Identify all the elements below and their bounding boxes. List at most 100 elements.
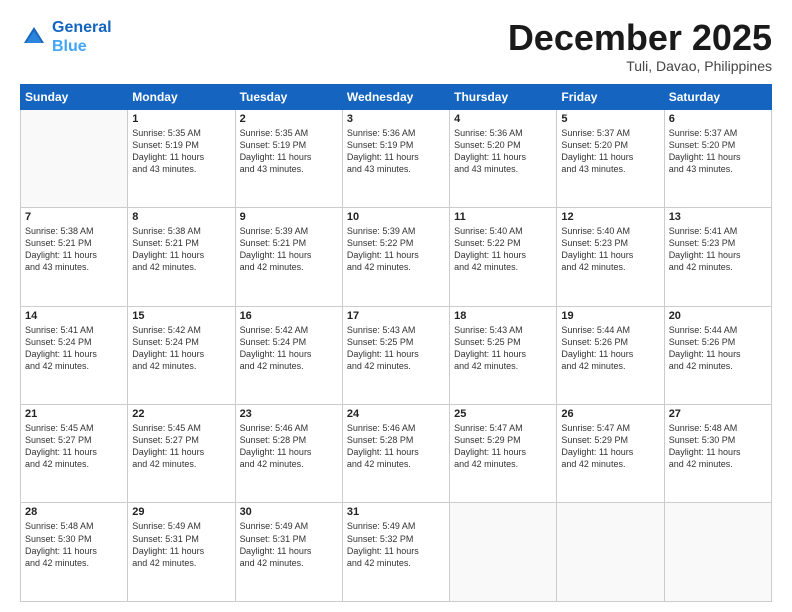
calendar-table: SundayMondayTuesdayWednesdayThursdayFrid… bbox=[20, 84, 772, 602]
day-info: Sunrise: 5:47 AM Sunset: 5:29 PM Dayligh… bbox=[561, 422, 659, 471]
weekday-header: Tuesday bbox=[235, 84, 342, 109]
month-title: December 2025 bbox=[508, 18, 772, 58]
day-number: 17 bbox=[347, 310, 445, 322]
day-info: Sunrise: 5:43 AM Sunset: 5:25 PM Dayligh… bbox=[454, 324, 552, 373]
day-number: 28 bbox=[25, 506, 123, 518]
day-info: Sunrise: 5:41 AM Sunset: 5:24 PM Dayligh… bbox=[25, 324, 123, 373]
calendar-cell: 25 Sunrise: 5:47 AM Sunset: 5:29 PM Dayli… bbox=[450, 405, 557, 503]
day-number: 24 bbox=[347, 408, 445, 420]
day-info: Sunrise: 5:45 AM Sunset: 5:27 PM Dayligh… bbox=[132, 422, 230, 471]
calendar-cell: 23 Sunrise: 5:46 AM Sunset: 5:28 PM Dayli… bbox=[235, 405, 342, 503]
day-number: 25 bbox=[454, 408, 552, 420]
weekday-header: Monday bbox=[128, 84, 235, 109]
calendar-cell: 22Sunrise: 5:45 AM Sunset: 5:27 PM Dayli… bbox=[128, 405, 235, 503]
weekday-header: Thursday bbox=[450, 84, 557, 109]
location: Tuli, Davao, Philippines bbox=[508, 58, 772, 74]
day-info: Sunrise: 5:36 AM Sunset: 5:19 PM Dayligh… bbox=[347, 127, 445, 176]
logo: GeneralBlue bbox=[20, 18, 112, 56]
day-info: Sunrise: 5:38 AM Sunset: 5:21 PM Dayligh… bbox=[132, 225, 230, 274]
calendar-cell: 29 Sunrise: 5:49 AM Sunset: 5:31 PM Dayli… bbox=[128, 503, 235, 602]
day-number: 21 bbox=[25, 408, 123, 420]
calendar-cell: 18 Sunrise: 5:43 AM Sunset: 5:25 PM Dayli… bbox=[450, 306, 557, 404]
day-number: 18 bbox=[454, 310, 552, 322]
day-info: Sunrise: 5:42 AM Sunset: 5:24 PM Dayligh… bbox=[132, 324, 230, 373]
calendar-cell: 21Sunrise: 5:45 AM Sunset: 5:27 PM Dayli… bbox=[21, 405, 128, 503]
calendar-cell bbox=[21, 109, 128, 207]
calendar-cell: 26 Sunrise: 5:47 AM Sunset: 5:29 PM Dayli… bbox=[557, 405, 664, 503]
day-info: Sunrise: 5:41 AM Sunset: 5:23 PM Dayligh… bbox=[669, 225, 767, 274]
calendar-week-row: 14 Sunrise: 5:41 AM Sunset: 5:24 PM Dayli… bbox=[21, 306, 772, 404]
calendar-cell: 24 Sunrise: 5:46 AM Sunset: 5:28 PM Dayli… bbox=[342, 405, 449, 503]
calendar-cell bbox=[557, 503, 664, 602]
day-number: 1 bbox=[132, 113, 230, 125]
day-info: Sunrise: 5:36 AM Sunset: 5:20 PM Dayligh… bbox=[454, 127, 552, 176]
day-number: 16 bbox=[240, 310, 338, 322]
calendar-cell: 13 Sunrise: 5:41 AM Sunset: 5:23 PM Dayli… bbox=[664, 208, 771, 306]
header: GeneralBlue December 2025 Tuli, Davao, P… bbox=[20, 18, 772, 74]
day-number: 27 bbox=[669, 408, 767, 420]
day-info: Sunrise: 5:47 AM Sunset: 5:29 PM Dayligh… bbox=[454, 422, 552, 471]
calendar-cell: 15 Sunrise: 5:42 AM Sunset: 5:24 PM Dayli… bbox=[128, 306, 235, 404]
day-info: Sunrise: 5:49 AM Sunset: 5:31 PM Dayligh… bbox=[132, 520, 230, 569]
calendar-cell: 4 Sunrise: 5:36 AM Sunset: 5:20 PM Daylig… bbox=[450, 109, 557, 207]
day-info: Sunrise: 5:35 AM Sunset: 5:19 PM Dayligh… bbox=[240, 127, 338, 176]
day-number: 20 bbox=[669, 310, 767, 322]
calendar-cell: 14 Sunrise: 5:41 AM Sunset: 5:24 PM Dayli… bbox=[21, 306, 128, 404]
calendar-cell bbox=[664, 503, 771, 602]
day-number: 29 bbox=[132, 506, 230, 518]
day-info: Sunrise: 5:44 AM Sunset: 5:26 PM Dayligh… bbox=[561, 324, 659, 373]
title-block: December 2025 Tuli, Davao, Philippines bbox=[508, 18, 772, 74]
calendar-cell: 7Sunrise: 5:38 AM Sunset: 5:21 PM Daylig… bbox=[21, 208, 128, 306]
day-number: 4 bbox=[454, 113, 552, 125]
calendar-header-row: SundayMondayTuesdayWednesdayThursdayFrid… bbox=[21, 84, 772, 109]
day-number: 3 bbox=[347, 113, 445, 125]
calendar-cell: 30Sunrise: 5:49 AM Sunset: 5:31 PM Dayli… bbox=[235, 503, 342, 602]
day-info: Sunrise: 5:35 AM Sunset: 5:19 PM Dayligh… bbox=[132, 127, 230, 176]
day-info: Sunrise: 5:40 AM Sunset: 5:23 PM Dayligh… bbox=[561, 225, 659, 274]
day-number: 12 bbox=[561, 211, 659, 223]
calendar-cell: 27 Sunrise: 5:48 AM Sunset: 5:30 PM Dayli… bbox=[664, 405, 771, 503]
calendar-week-row: 21 Sunrise: 5:45 AM Sunset: 5:27 PM Dayli… bbox=[21, 405, 772, 503]
day-info: Sunrise: 5:46 AM Sunset: 5:28 PM Dayligh… bbox=[347, 422, 445, 471]
calendar-cell: 31Sunrise: 5:49 AM Sunset: 5:32 PM Dayli… bbox=[342, 503, 449, 602]
logo-icon bbox=[20, 23, 48, 51]
day-number: 13 bbox=[669, 211, 767, 223]
page: GeneralBlue December 2025 Tuli, Davao, P… bbox=[0, 0, 792, 612]
calendar-cell: 5Sunrise: 5:37 AM Sunset: 5:20 PM Daylig… bbox=[557, 109, 664, 207]
calendar-cell: 8 Sunrise: 5:38 AM Sunset: 5:21 PM Daylig… bbox=[128, 208, 235, 306]
day-number: 23 bbox=[240, 408, 338, 420]
day-info: Sunrise: 5:46 AM Sunset: 5:28 PM Dayligh… bbox=[240, 422, 338, 471]
day-number: 7 bbox=[25, 211, 123, 223]
weekday-header: Friday bbox=[557, 84, 664, 109]
calendar-cell: 1 Sunrise: 5:35 AM Sunset: 5:19 PM Daylig… bbox=[128, 109, 235, 207]
logo-text: GeneralBlue bbox=[52, 18, 112, 56]
day-number: 9 bbox=[240, 211, 338, 223]
calendar-week-row: 1 Sunrise: 5:35 AM Sunset: 5:19 PM Daylig… bbox=[21, 109, 772, 207]
day-number: 26 bbox=[561, 408, 659, 420]
day-info: Sunrise: 5:43 AM Sunset: 5:25 PM Dayligh… bbox=[347, 324, 445, 373]
day-info: Sunrise: 5:37 AM Sunset: 5:20 PM Dayligh… bbox=[669, 127, 767, 176]
day-info: Sunrise: 5:40 AM Sunset: 5:22 PM Dayligh… bbox=[454, 225, 552, 274]
day-info: Sunrise: 5:39 AM Sunset: 5:22 PM Dayligh… bbox=[347, 225, 445, 274]
day-number: 10 bbox=[347, 211, 445, 223]
calendar-cell: 12 Sunrise: 5:40 AM Sunset: 5:23 PM Dayli… bbox=[557, 208, 664, 306]
calendar-cell: 19 Sunrise: 5:44 AM Sunset: 5:26 PM Dayli… bbox=[557, 306, 664, 404]
calendar-cell: 10 Sunrise: 5:39 AM Sunset: 5:22 PM Dayli… bbox=[342, 208, 449, 306]
day-number: 15 bbox=[132, 310, 230, 322]
day-number: 30 bbox=[240, 506, 338, 518]
day-info: Sunrise: 5:42 AM Sunset: 5:24 PM Dayligh… bbox=[240, 324, 338, 373]
calendar-cell bbox=[450, 503, 557, 602]
day-info: Sunrise: 5:44 AM Sunset: 5:26 PM Dayligh… bbox=[669, 324, 767, 373]
weekday-header: Saturday bbox=[664, 84, 771, 109]
calendar-cell: 20 Sunrise: 5:44 AM Sunset: 5:26 PM Dayli… bbox=[664, 306, 771, 404]
day-number: 6 bbox=[669, 113, 767, 125]
day-number: 11 bbox=[454, 211, 552, 223]
day-number: 19 bbox=[561, 310, 659, 322]
day-number: 14 bbox=[25, 310, 123, 322]
day-info: Sunrise: 5:39 AM Sunset: 5:21 PM Dayligh… bbox=[240, 225, 338, 274]
calendar-cell: 6 Sunrise: 5:37 AM Sunset: 5:20 PM Daylig… bbox=[664, 109, 771, 207]
day-info: Sunrise: 5:48 AM Sunset: 5:30 PM Dayligh… bbox=[669, 422, 767, 471]
day-number: 8 bbox=[132, 211, 230, 223]
calendar-cell: 3 Sunrise: 5:36 AM Sunset: 5:19 PM Daylig… bbox=[342, 109, 449, 207]
day-number: 2 bbox=[240, 113, 338, 125]
